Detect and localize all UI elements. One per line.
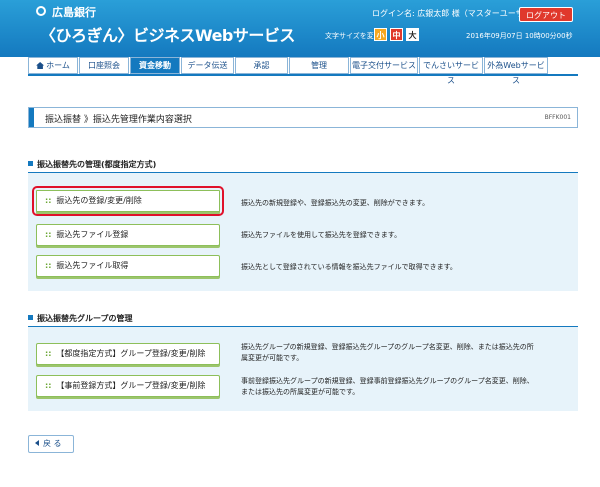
payee-file-download-button[interactable]: :: 振込先ファイル取得: [36, 255, 220, 277]
nav-fund-transfer[interactable]: 資金移動: [130, 57, 180, 74]
nav-label: 電子交付サービス: [352, 61, 416, 70]
adhoc-group-edit-button[interactable]: :: 【都度指定方式】グループ登録/変更/削除: [36, 343, 220, 365]
nav-label: 承認: [253, 61, 270, 70]
arrow-left-icon: [35, 440, 39, 446]
fontsize-label: 文字サイズを変更: [325, 32, 381, 40]
fontsize-small-button[interactable]: 小: [374, 28, 387, 41]
nav-label: でんさいサービス: [423, 61, 479, 85]
bank-logo-icon: [36, 6, 46, 16]
nav-approval[interactable]: 承認: [235, 57, 288, 74]
description-text: 振込先ファイルを使用して振込先を登録できます。: [241, 231, 402, 239]
nav-account-inquiry[interactable]: 口座照会: [79, 57, 129, 74]
breadcrumb-accent: [29, 108, 34, 127]
breadcrumb: 振込振替 》振込先管理作業内容選択 BFFK001: [28, 107, 578, 128]
square-bullet-icon: [28, 315, 33, 320]
section-heading-text: 振込振替先の管理(都度指定方式): [37, 160, 157, 169]
dots-icon: ::: [45, 230, 52, 239]
nav-data-transmission[interactable]: データ伝送: [181, 57, 234, 74]
description-text: または振込先の所属変更が可能です。: [241, 388, 360, 396]
back-button[interactable]: 戻 る: [28, 435, 74, 453]
nav-home-label: ホーム: [46, 61, 70, 70]
back-label: 戻 る: [43, 439, 62, 448]
home-icon: [36, 62, 45, 69]
page-title: 振込振替 》振込先管理作業内容選択: [45, 115, 192, 125]
nav-divider: [28, 74, 578, 76]
nav-home[interactable]: ホーム: [28, 57, 78, 74]
square-bullet-icon: [28, 161, 33, 166]
login-info: ログイン名: 広銀太郎 様（マスターユーザ）: [372, 9, 532, 18]
login-datetime: 2016年09月07日 10時00分00秒: [466, 32, 573, 40]
button-label: 振込先の登録/変更/削除: [56, 196, 142, 205]
bank-name: 広島銀行: [52, 6, 96, 19]
screen-id: BFFK001: [544, 114, 571, 121]
dots-icon: ::: [45, 261, 52, 270]
description-text: 属変更が可能です。: [241, 354, 304, 362]
main-nav: ホーム 口座照会 資金移動 データ伝送 承認 管理 電子交付サービス でんさいサ…: [28, 57, 549, 85]
header-bar: 広島銀行 〈ひろぎん〉ビジネスWebサービス ログイン名: 広銀太郎 様（マスタ…: [0, 0, 600, 57]
nav-management[interactable]: 管理: [289, 57, 349, 74]
group-management-panel: [28, 327, 578, 411]
button-label: 振込先ファイル登録: [56, 230, 129, 239]
nav-label: データ伝送: [187, 61, 228, 70]
nav-e-delivery[interactable]: 電子交付サービス: [350, 57, 418, 74]
button-label: 【都度指定方式】グループ登録/変更/削除: [56, 349, 206, 358]
description-text: 振込先として登録されている情報を振込先ファイルで取得できます。: [241, 263, 457, 271]
dots-icon: ::: [45, 196, 52, 205]
nav-forex[interactable]: 外為Webサービス: [484, 57, 548, 85]
nav-label: 資金移動: [139, 61, 171, 70]
preregistered-group-edit-button[interactable]: :: 【事前登録方式】グループ登録/変更/削除: [36, 375, 220, 397]
nav-label: 口座照会: [88, 61, 120, 70]
button-label: 振込先ファイル取得: [56, 261, 129, 270]
nav-densai[interactable]: でんさいサービス: [419, 57, 483, 85]
logout-button[interactable]: ログアウト: [519, 7, 573, 22]
service-title: 〈ひろぎん〉ビジネスWebサービス: [40, 26, 295, 45]
payee-register-edit-delete-button[interactable]: :: 振込先の登録/変更/削除: [32, 186, 224, 216]
fontsize-large-button[interactable]: 大: [406, 28, 419, 41]
section-heading-group: 振込振替先グループの管理: [28, 313, 133, 324]
nav-label: 管理: [311, 61, 327, 70]
fontsize-medium-button[interactable]: 中: [390, 28, 403, 41]
section-heading-text: 振込振替先グループの管理: [37, 314, 133, 323]
nav-label: 外為Webサービス: [487, 61, 545, 85]
section-heading-payee: 振込振替先の管理(都度指定方式): [28, 159, 156, 170]
description-text: 振込先の新規登録や、登録振込先の変更、削除ができます。: [241, 199, 430, 207]
payee-file-register-button[interactable]: :: 振込先ファイル登録: [36, 224, 220, 246]
button-label: 【事前登録方式】グループ登録/変更/削除: [56, 381, 206, 390]
dots-icon: ::: [45, 381, 52, 390]
dots-icon: ::: [45, 349, 52, 358]
